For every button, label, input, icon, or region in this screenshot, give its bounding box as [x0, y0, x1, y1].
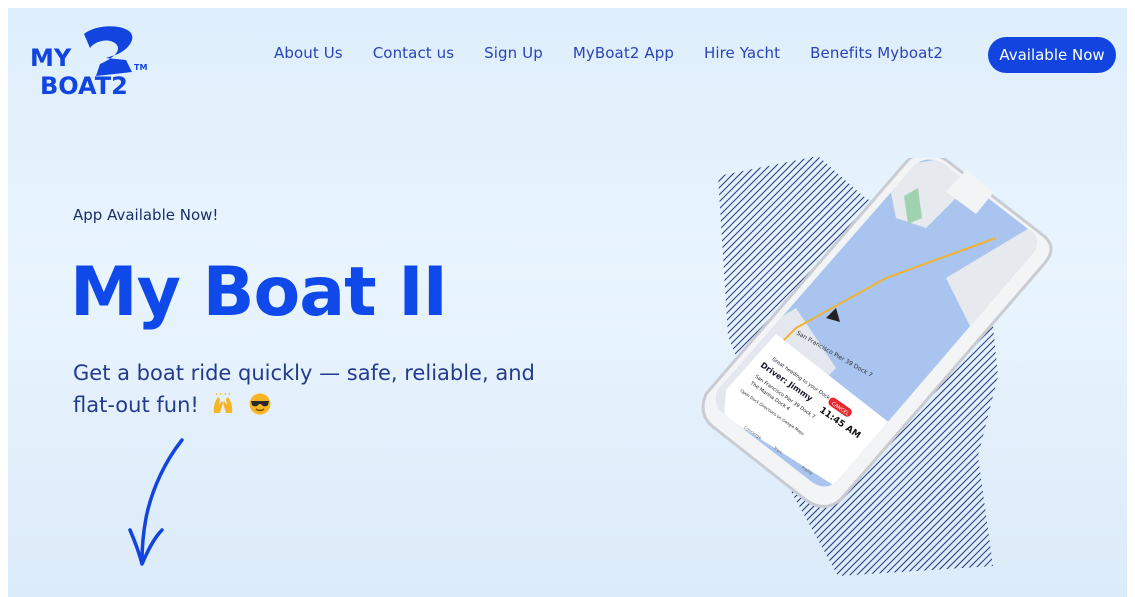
main-nav: About Us Contact us Sign Up MyBoat2 App … — [274, 44, 973, 62]
hero-tagline-block: Get a boat ride quickly — safe, reliable… — [73, 357, 573, 421]
raising-hands-emoji-icon — [214, 393, 233, 413]
down-arrow-icon — [128, 438, 184, 566]
nav-sign-up[interactable]: Sign Up — [484, 44, 543, 62]
nav-contact-us[interactable]: Contact us — [373, 44, 454, 62]
logo-text-top: MY — [30, 44, 72, 72]
hero-tagline: Get a boat ride quickly — safe, reliable… — [73, 361, 535, 417]
hero-headline: My Boat II — [70, 253, 448, 332]
logo-text-bottom: BOAT2 — [40, 72, 128, 98]
hero-section: MY BOAT2 TM About Us Contact us Sign Up … — [8, 8, 1127, 597]
nav-about-us[interactable]: About Us — [274, 44, 343, 62]
logo-trademark: TM — [134, 63, 147, 72]
sunglasses-emoji-icon — [249, 393, 271, 415]
myboat2-logo[interactable]: MY BOAT2 TM — [26, 20, 156, 98]
nav-benefits[interactable]: Benefits Myboat2 — [810, 44, 943, 62]
hero-eyebrow: App Available Now! — [73, 206, 219, 224]
available-now-button[interactable]: Available Now — [988, 37, 1116, 73]
phone-mockup: San Francisco Pier 39 Dock 7 Great headi… — [701, 158, 1053, 508]
nav-hire-yacht[interactable]: Hire Yacht — [704, 44, 780, 62]
nav-myboat2-app[interactable]: MyBoat2 App — [573, 44, 674, 62]
